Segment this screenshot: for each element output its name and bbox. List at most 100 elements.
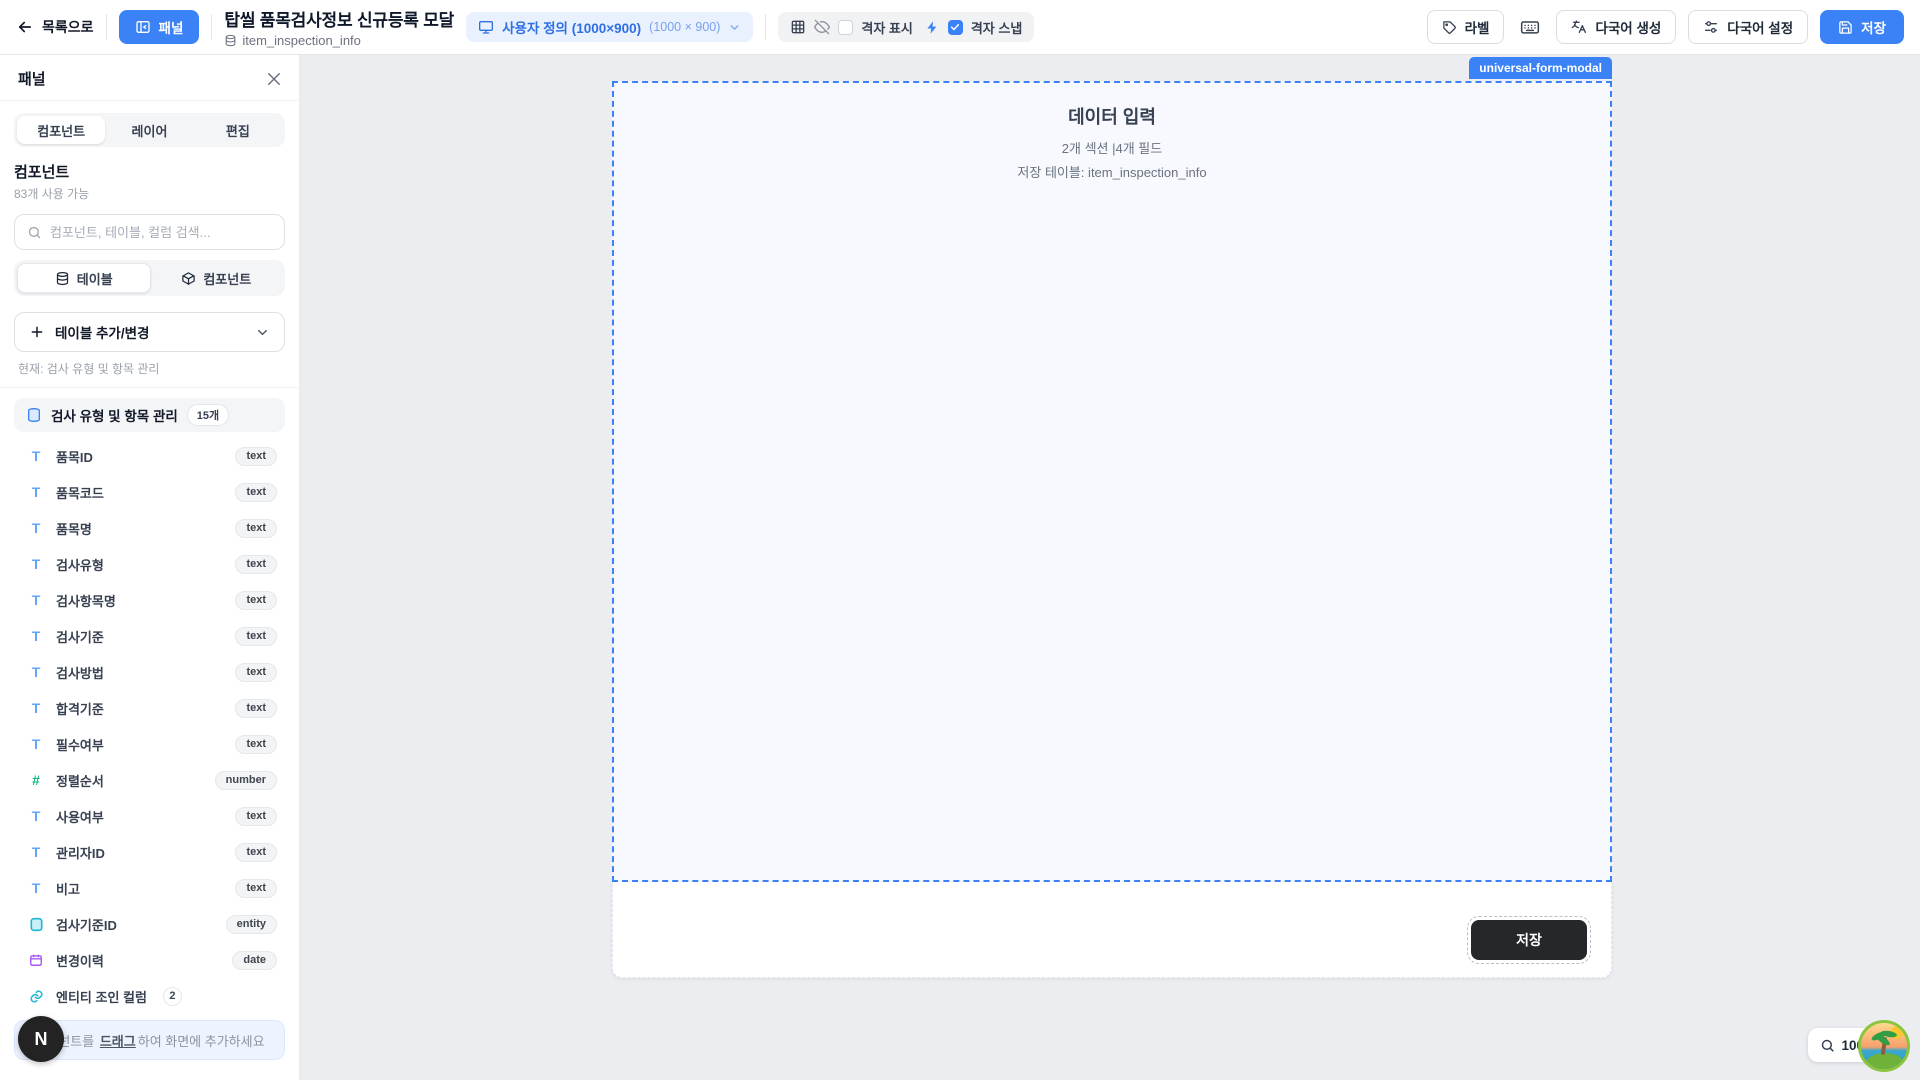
- text-field-icon: T: [26, 592, 46, 608]
- tropical-island-sticker[interactable]: [1858, 1020, 1910, 1072]
- field-item[interactable]: T사용여부text: [14, 798, 285, 834]
- keyboard-icon: [1520, 17, 1540, 37]
- field-item[interactable]: #정렬순서number: [14, 762, 285, 798]
- field-type-badge: text: [235, 663, 277, 682]
- chevron-down-icon: [255, 325, 270, 340]
- field-item[interactable]: T비고text: [14, 870, 285, 906]
- field-list-scroll[interactable]: 검사 유형 및 항목 관리 15개 T품목IDtextT품목코드textT품목명…: [0, 388, 299, 1012]
- text-field-icon: T: [26, 484, 46, 500]
- page-title: 탑씰 품목검사정보 신규등록 모달: [224, 6, 454, 31]
- database-icon: [55, 271, 70, 286]
- keyboard-shortcuts-button[interactable]: [1516, 13, 1544, 41]
- package-icon: [181, 271, 196, 286]
- sliders-icon: [1703, 19, 1719, 35]
- grid-icon: [790, 19, 806, 35]
- field-name: 변경이력: [56, 951, 104, 970]
- i18n-settings-button[interactable]: 다국어 설정: [1688, 10, 1808, 44]
- field-item[interactable]: 변경이력date: [14, 942, 285, 978]
- text-field-icon: T: [26, 664, 46, 680]
- field-name: 관리자ID: [56, 843, 105, 862]
- text-field-icon: T: [26, 700, 46, 716]
- field-item[interactable]: T합격기준text: [14, 690, 285, 726]
- text-field-icon: T: [26, 736, 46, 752]
- field-item[interactable]: T관리자IDtext: [14, 834, 285, 870]
- database-icon: [224, 34, 237, 47]
- database-icon: [26, 407, 42, 423]
- field-item[interactable]: T 필수여부 text: [14, 726, 285, 762]
- field-type-badge: text: [235, 807, 277, 826]
- back-arrow-icon: [16, 18, 34, 36]
- field-item[interactable]: T품목IDtext: [14, 438, 285, 474]
- design-canvas[interactable]: universal-form-modal 데이터 입력 2개 섹션 |4개 필드…: [300, 55, 1920, 1080]
- field-type-badge: text: [235, 843, 277, 862]
- field-name: 검사유형: [56, 555, 104, 574]
- field-type-badge: text: [235, 627, 277, 646]
- label-toggle-button[interactable]: 라벨: [1427, 10, 1505, 44]
- field-type-badge: number: [215, 771, 277, 790]
- field-item[interactable]: T품목명text: [14, 510, 285, 546]
- field-name: 합격기준: [56, 699, 104, 718]
- field-item[interactable]: T품목코드text: [14, 474, 285, 510]
- text-field-icon: T: [26, 628, 46, 644]
- i18n-generate-button[interactable]: 다국어 생성: [1556, 10, 1676, 44]
- n-logo-letter: N: [35, 1029, 48, 1050]
- tab-components[interactable]: 컴포넌트: [17, 116, 105, 144]
- join-count-badge: 2: [163, 987, 182, 1006]
- search-input[interactable]: [50, 225, 272, 240]
- text-field-icon: T: [26, 556, 46, 572]
- save-button[interactable]: 저장: [1820, 10, 1904, 44]
- field-item[interactable]: 검사기준IDentity: [14, 906, 285, 942]
- source-toggle: 테이블 컴포넌트: [14, 260, 285, 296]
- tab-layers[interactable]: 레이어: [105, 116, 193, 144]
- text-field-icon: T: [26, 880, 46, 896]
- field-type-badge: text: [235, 447, 277, 466]
- field-item[interactable]: T검사기준text: [14, 618, 285, 654]
- close-panel-button[interactable]: [265, 70, 283, 88]
- calendar-icon: [26, 953, 46, 967]
- field-item[interactable]: T 검사유형 text: [14, 546, 285, 582]
- monitor-icon: [478, 19, 494, 35]
- form-modal-title: 데이터 입력: [614, 103, 1610, 129]
- field-name: 품목ID: [56, 447, 93, 466]
- field-item[interactable]: 엔티티 조인 컬럼2: [14, 978, 285, 1012]
- divider: [211, 14, 212, 40]
- assistant-logo-button[interactable]: N: [18, 1016, 64, 1062]
- form-modal-body[interactable]: 데이터 입력 2개 섹션 |4개 필드 저장 테이블: item_inspect…: [612, 81, 1612, 882]
- component-panel: 패널 컴포넌트 레이어 편집 컴포넌트 83개 사용 가능 테이블: [0, 55, 300, 1080]
- field-type-badge: text: [235, 555, 277, 574]
- component-search[interactable]: [14, 214, 285, 250]
- save-icon: [1838, 20, 1853, 35]
- table-group-header[interactable]: 검사 유형 및 항목 관리 15개: [14, 398, 285, 432]
- close-icon: [265, 70, 283, 88]
- chevron-down-icon: [728, 21, 741, 34]
- universal-form-modal-component[interactable]: universal-form-modal 데이터 입력 2개 섹션 |4개 필드…: [612, 81, 1612, 978]
- add-change-table-button[interactable]: 테이블 추가/변경: [14, 312, 285, 352]
- bound-table-name: item_inspection_info: [242, 33, 361, 48]
- field-name: 검사기준ID: [56, 915, 117, 934]
- form-modal-footer[interactable]: 저장: [612, 882, 1612, 978]
- field-item[interactable]: T 검사방법 text: [14, 654, 285, 690]
- source-components-button[interactable]: 컴포넌트: [151, 263, 283, 293]
- field-name: 검사방법: [56, 663, 104, 682]
- grid-controls: 격자 표시 격자 스냅: [778, 12, 1034, 42]
- source-tables-button[interactable]: 테이블: [17, 263, 151, 293]
- tab-edit[interactable]: 편집: [194, 116, 282, 144]
- components-section-title: 컴포넌트: [14, 161, 285, 182]
- search-icon: [27, 225, 42, 240]
- field-type-badge: text: [235, 483, 277, 502]
- toggle-panel-button[interactable]: 패널: [119, 10, 200, 44]
- field-name: 필수여부: [56, 735, 104, 754]
- show-grid-checkbox[interactable]: [838, 20, 853, 35]
- eye-off-icon[interactable]: [814, 19, 830, 35]
- viewport-size-select[interactable]: 사용자 정의 (1000×900) (1000 × 900): [466, 12, 753, 42]
- field-item[interactable]: T검사항목명text: [14, 582, 285, 618]
- text-field-icon: T: [26, 520, 46, 536]
- modal-save-button[interactable]: 저장: [1471, 920, 1587, 960]
- field-type-badge: text: [235, 735, 277, 754]
- top-toolbar: 목록으로 패널 탑씰 품목검사정보 신규등록 모달 item_inspectio…: [0, 0, 1920, 55]
- back-to-list-button[interactable]: 목록으로: [16, 17, 94, 37]
- current-table-label: 현재: 검사 유형 및 항목 관리: [18, 360, 281, 377]
- field-type-badge: text: [235, 519, 277, 538]
- snap-grid-checkbox[interactable]: [948, 20, 963, 35]
- table-group-name: 검사 유형 및 항목 관리: [51, 405, 178, 425]
